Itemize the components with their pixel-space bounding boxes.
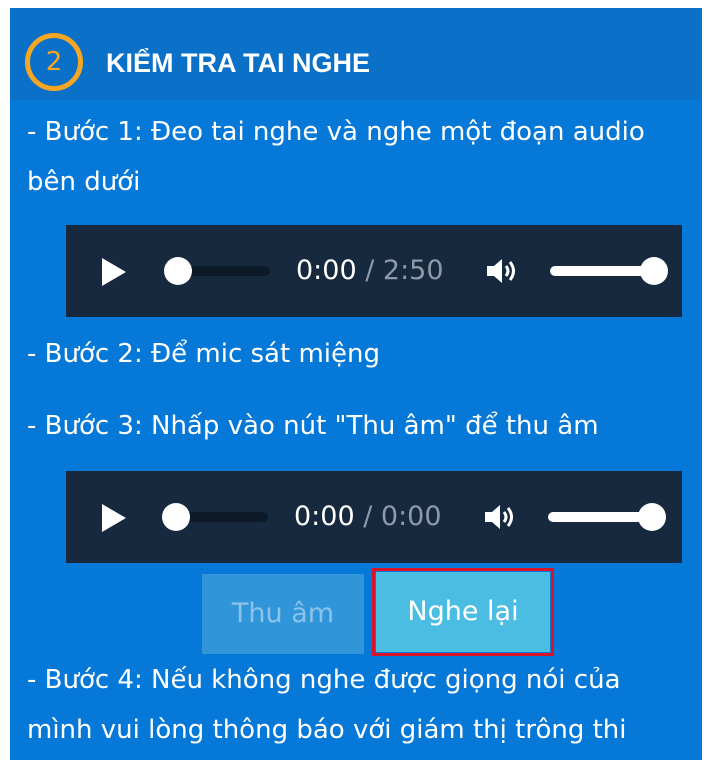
seek-thumb[interactable] [164, 257, 192, 285]
step2-text: - Bước 2: Để mic sát miệng [27, 339, 380, 369]
duration: 2:50 [382, 255, 444, 286]
step-number-badge: 2 [25, 33, 83, 91]
step3-text: - Bước 3: Nhấp vào nút "Thu âm" để thu â… [27, 411, 599, 441]
duration: 0:00 [380, 501, 442, 532]
audio-player-recording: 0:00 / 0:00 [66, 471, 682, 563]
audio-player-sample: 0:00 / 2:50 [66, 225, 682, 317]
step4-text-line2: mình vui lòng thông báo với giám thị trô… [27, 715, 627, 745]
volume-icon[interactable] [486, 257, 518, 285]
volume-thumb[interactable] [640, 257, 668, 285]
seek-bar[interactable] [164, 257, 270, 285]
time-display: 0:00 / 2:50 [296, 253, 444, 289]
step1-text-line1: - Bước 1: Đeo tai nghe và nghe một đoạn … [27, 117, 645, 147]
seek-thumb[interactable] [162, 503, 190, 531]
section-header: 2 KIỂM TRA TAI NGHE [10, 8, 702, 100]
record-button[interactable]: Thu âm [202, 574, 364, 654]
volume-slider[interactable] [548, 503, 666, 531]
time-display: 0:00 / 0:00 [294, 499, 442, 535]
time-separator: / [354, 501, 381, 532]
current-time: 0:00 [296, 255, 357, 286]
volume-thumb[interactable] [638, 503, 666, 531]
play-icon[interactable] [100, 503, 128, 533]
current-time: 0:00 [294, 501, 355, 532]
headphone-check-panel: 2 KIỂM TRA TAI NGHE - Bước 1: Đeo tai ng… [10, 8, 702, 760]
volume-icon[interactable] [484, 503, 516, 531]
time-separator: / [356, 255, 383, 286]
step1-text-line2: bên dưới [27, 167, 141, 197]
play-icon[interactable] [100, 257, 128, 287]
step4-text-line1: - Bước 4: Nếu không nghe được giọng nói … [27, 665, 621, 695]
seek-bar[interactable] [162, 503, 268, 531]
section-title: KIỂM TRA TAI NGHE [106, 48, 370, 78]
replay-button[interactable]: Nghe lại [376, 572, 550, 652]
volume-slider[interactable] [550, 257, 668, 285]
